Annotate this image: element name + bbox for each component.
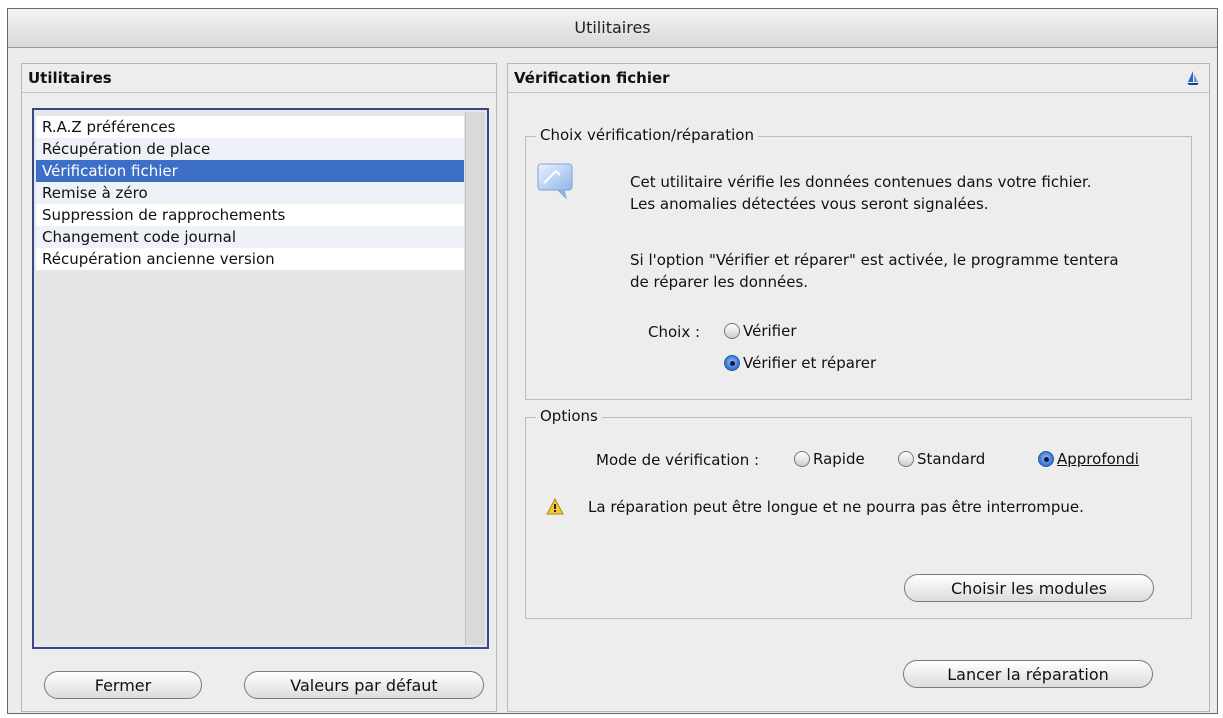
radio-verify-repair-circle[interactable] (724, 355, 740, 371)
radio-verify-repair[interactable]: Vérifier et réparer (724, 354, 876, 372)
choice-label: Choix : (648, 323, 701, 341)
options-legend: Options (536, 407, 602, 425)
intro-line-1: Cet utilitaire vérifie les données conte… (630, 173, 1092, 191)
radio-mode-standard-circle[interactable] (898, 451, 914, 467)
repair-note-line-2: de réparer les données. (630, 273, 809, 291)
check-repair-legend: Choix vérification/réparation (536, 126, 758, 144)
utilities-list[interactable]: R.A.Z préférences Récupération de place … (32, 108, 489, 649)
radio-verify-label: Vérifier (743, 322, 797, 340)
utilities-panel-header: Utilitaires (22, 64, 496, 93)
file-check-panel: Vérification fichier Choix vérification/… (507, 63, 1210, 712)
radio-verify-repair-label: Vérifier et réparer (743, 354, 877, 372)
help-sailboat-icon[interactable] (1185, 70, 1201, 86)
list-scrollbar[interactable] (465, 112, 485, 645)
close-button[interactable]: Fermer (44, 671, 202, 699)
defaults-button[interactable]: Valeurs par défaut (244, 671, 484, 699)
choose-modules-button[interactable]: Choisir les modules (904, 574, 1154, 602)
list-item[interactable]: Récupération de place (36, 138, 464, 160)
file-check-panel-header: Vérification fichier (508, 64, 1209, 93)
window-title: Utilitaires (8, 9, 1217, 48)
radio-mode-rapid-circle[interactable] (794, 451, 810, 467)
intro-line-2: Les anomalies détectées vous seront sign… (630, 195, 989, 213)
radio-verify[interactable]: Vérifier (724, 322, 797, 340)
list-item[interactable]: Récupération ancienne version (36, 248, 464, 270)
options-group: Options Mode de vérification : Rapide St… (525, 407, 1192, 619)
mode-label: Mode de vérification : (596, 451, 760, 469)
list-item-selected[interactable]: Vérification fichier (36, 160, 464, 182)
info-bubble-icon (536, 161, 576, 201)
warning-triangle-icon (546, 497, 564, 516)
radio-mode-standard-label: Standard (917, 450, 986, 468)
radio-mode-rapid[interactable]: Rapide (794, 450, 865, 468)
list-item[interactable]: Changement code journal (36, 226, 464, 248)
utilities-window: Utilitaires Utilitaires R.A.Z préférence… (7, 8, 1218, 714)
run-repair-button[interactable]: Lancer la réparation (903, 660, 1153, 688)
radio-verify-circle[interactable] (724, 323, 740, 339)
list-item[interactable]: Remise à zéro (36, 182, 464, 204)
utilities-panel: Utilitaires R.A.Z préférences Récupérati… (21, 63, 497, 712)
list-item[interactable]: R.A.Z préférences (36, 116, 464, 138)
list-item[interactable]: Suppression de rapprochements (36, 204, 464, 226)
radio-mode-rapid-label: Rapide (813, 450, 865, 468)
repair-note-line-1: Si l'option "Vérifier et réparer" est ac… (630, 251, 1119, 269)
check-repair-group: Choix vérification/réparation Cet utilit… (525, 126, 1192, 400)
radio-mode-deep-label: Approfondi (1057, 450, 1139, 468)
radio-mode-deep[interactable]: Approfondi (1038, 450, 1139, 468)
utilities-list-items: R.A.Z préférences Récupération de place … (36, 116, 464, 270)
radio-mode-deep-circle[interactable] (1038, 451, 1054, 467)
warning-text: La réparation peut être longue et ne pou… (588, 498, 1084, 516)
radio-mode-standard[interactable]: Standard (898, 450, 985, 468)
